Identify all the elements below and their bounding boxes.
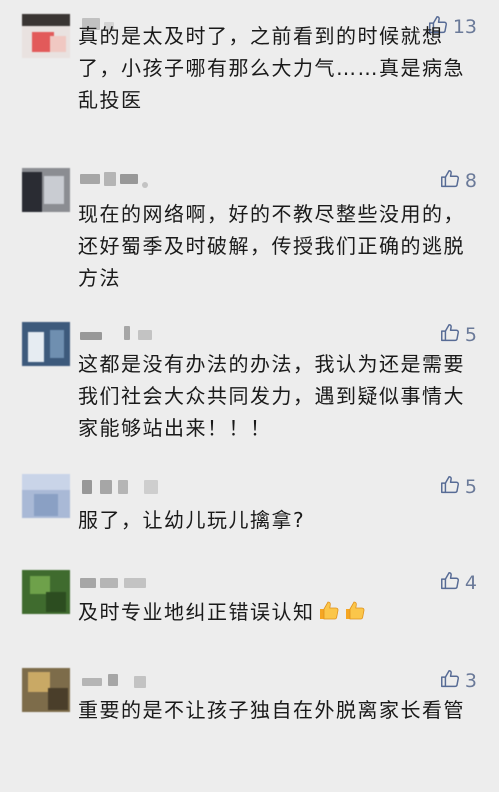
comment-text: 及时专业地纠正错误认知 [78,600,315,624]
avatar[interactable] [22,474,70,518]
thumbs-up-icon [439,322,461,348]
thumbs-up-icon [439,668,461,694]
comment-text: 服了，让幼儿玩儿擒拿? [78,508,306,532]
nickname-blurred [78,572,198,590]
comment-text-row: 及时专业地纠正错误认知 [78,596,476,631]
avatar[interactable] [22,570,70,614]
like-count: 8 [464,170,477,192]
nickname-blurred [78,476,198,494]
like-button[interactable]: 8 [439,168,477,194]
comment-text: 重要的是不让孩子独自在外脱离家长看管 [78,698,465,722]
comment-text: 现在的网络啊，好的不教尽整些没用的，还好蜀季及时破解，传授我们正确的逃脱方法 [78,202,465,290]
avatar[interactable] [22,14,70,58]
thumbs-up-icon [439,168,461,194]
like-count: 5 [464,476,477,498]
avatar[interactable] [22,322,70,366]
like-button[interactable]: 3 [439,668,477,694]
thumbs-up-emoji-icon [317,598,341,631]
thumbs-up-emoji-icon [343,598,367,631]
like-button[interactable]: 4 [439,570,477,596]
nickname-blurred [78,324,198,342]
like-button[interactable]: 5 [439,322,477,348]
like-count: 5 [464,324,477,346]
like-count: 3 [464,670,477,692]
like-count: 4 [464,572,477,594]
like-button[interactable]: 5 [439,474,477,500]
thumbs-up-icon [439,474,461,500]
avatar[interactable] [22,668,70,712]
avatar[interactable] [22,168,70,212]
thumbs-up-icon [439,570,461,596]
nickname-blurred [78,170,198,188]
nickname-blurred [78,670,198,688]
comment-text: 真的是太及时了，之前看到的时候就想了，小孩子哪有那么大力气……真是病急乱投医 [78,24,465,112]
comment-text: 这都是没有办法的办法，我认为还是需要我们社会大众共同发力，遇到疑似事情大家能够站… [78,352,465,440]
